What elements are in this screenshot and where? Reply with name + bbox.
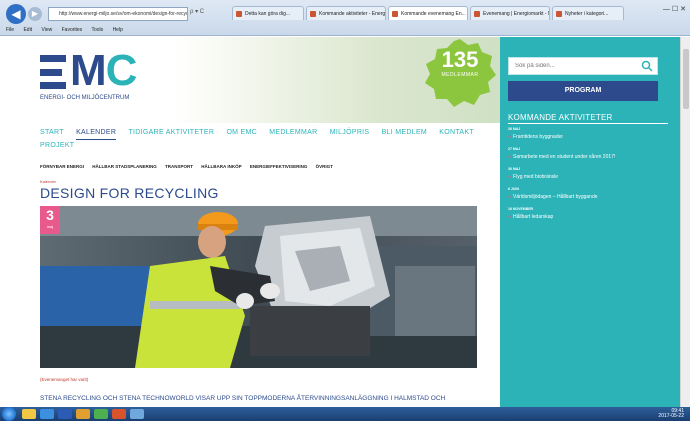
browser-tab[interactable]: Kommande aktiviteter - Energi... [306,6,386,20]
menu-help[interactable]: Help [113,27,123,33]
powerpoint-icon[interactable] [112,409,126,419]
activity-item[interactable]: ● Flyg med biobränsle [508,174,558,180]
category-inkop[interactable]: HÅLLBARA INKÖP [201,164,241,169]
activity-label: Framtidens byggnader [513,134,564,140]
system-tray[interactable]: 09:41 2017-05-22 [658,409,684,419]
menu-file[interactable]: File [6,27,14,33]
bullet-icon: ● [508,174,512,180]
activity-item[interactable]: ● Hållbart ledarskap [508,214,553,220]
browser-tab[interactable]: Evenemang | Energiomarkt - Nyhe... [470,6,550,20]
word-icon[interactable] [58,409,72,419]
program-button[interactable]: PROGRAM [508,81,658,101]
bullet-icon: ● [508,134,512,140]
logo-subtitle: ENERGI- OCH MILJÖCENTRUM [40,95,130,101]
category-transport[interactable]: TRANSPORT [165,164,193,169]
browser-tab-active[interactable]: Kommande evenemang En... [388,6,468,20]
event-status: (Evenemanget har varit) [40,377,89,382]
category-ovrigt[interactable]: ÖVRIGT [316,164,333,169]
menu-favorites[interactable]: Favorites [62,27,83,33]
logo-e-bars [40,55,66,89]
bullet-icon: ● [508,154,512,160]
activity-label: Världsmiljödagen – Hållbart byggande [513,194,598,200]
activities-heading: KOMMANDE AKTIVITETER [508,113,668,124]
page-scrollbar[interactable] [680,37,690,407]
members-label: MEDLEMMAR [441,72,479,78]
nav-kalender[interactable]: KALENDER [76,127,117,140]
activity-date: 30 MAJ [508,167,521,171]
members-count: 135 [441,47,479,72]
address-bar-icons[interactable]: ρ ▾ C [190,8,204,15]
article-photo: 3 maj [40,206,477,368]
page-title: DESIGN FOR RECYCLING [40,185,219,201]
activity-date: 27 MAJ [508,147,521,151]
nav-bli-medlem[interactable]: BLI MEDLEM [382,127,427,139]
nav-medlemmar[interactable]: MEDLEMMAR [269,127,317,139]
nav-tidigare-aktiviteter[interactable]: TIDIGARE AKTIVITETER [128,127,214,139]
sidebar: PROGRAM KOMMANDE AKTIVITETER 26 MAJ ●Fra… [500,37,680,407]
nav-om-emc[interactable]: OM EMC [226,127,257,139]
logo-c: C [105,46,138,95]
browser-chrome: ◀ ▶ http://www.energi-miljo.se/sv/om-eko… [0,0,690,36]
activity-item[interactable]: ● Världsmiljödagen – Hållbart byggande [508,194,598,200]
event-date-month: maj [46,224,54,229]
activity-label: Hållbart ledarskap [513,214,554,220]
activity-date: 6 JUNI [508,187,519,191]
event-date-badge: 3 maj [40,206,60,234]
category-fornybar-energi[interactable]: FÖRNYBAR ENERGI [40,164,84,169]
activity-label: Flyg med biobränsle [513,174,559,180]
scrollbar-thumb[interactable] [683,49,689,109]
activity-item[interactable]: ● Framtidens byggnader [508,134,563,140]
menu-view[interactable]: View [41,27,52,33]
emc-logo[interactable]: MC ENERGI- OCH MILJÖCENTRUM [40,49,160,105]
menu-edit[interactable]: Edit [23,27,32,33]
nav-miljopris[interactable]: MILJÖPRIS [330,127,370,139]
activity-date: 26 MAJ [508,127,521,131]
category-stadsplanering[interactable]: HÅLLBAR STADSPLANERING [92,164,156,169]
folder-icon[interactable] [76,409,90,419]
bullet-icon: ● [508,214,512,220]
browser-tab[interactable]: Detta kan göra dig... [232,6,304,20]
forward-arrow-icon[interactable]: ▶ [28,7,42,21]
menu-bar: File Edit View Favorites Tools Help [0,24,690,36]
windows-taskbar: 09:41 2017-05-22 [0,407,690,421]
nav-projekt[interactable]: PROJEKT [40,140,74,152]
ie-icon[interactable] [40,409,54,419]
explorer-icon[interactable] [22,409,36,419]
logo-letters: MC [70,46,138,95]
recycling-worker-photo [40,206,477,368]
nav-start[interactable]: START [40,127,64,139]
window-controls[interactable]: — ☐ ✕ [663,5,686,13]
menu-tools[interactable]: Tools [91,27,103,33]
category-nav: FÖRNYBAR ENERGI HÅLLBAR STADSPLANERING T… [40,164,500,169]
search-icon[interactable] [641,60,653,72]
web-page: MC ENERGI- OCH MILJÖCENTRUM 135 MEDLEMMA… [0,37,680,407]
members-badge: 135 MEDLEMMAR [424,39,496,107]
activity-label: Samarbete med en student under våren 201… [513,154,616,160]
windows-start-icon[interactable] [2,407,16,421]
event-date-day: 3 [46,207,54,223]
tray-date: 2017-05-22 [658,413,684,419]
address-bar[interactable]: http://www.energi-miljo.se/sv/om-ekonomi… [48,7,188,21]
search-box [508,57,658,75]
article-lead: STENA RECYCLING OCH STENA TECHNOWORLD VI… [40,395,446,402]
search-input[interactable] [509,58,639,74]
bullet-icon: ● [508,194,512,200]
activity-date: 16 NOVEMBER [508,207,534,211]
logo-m: M [70,46,107,95]
activity-item[interactable]: ● Samarbete med en student under våren 20… [508,154,615,160]
main-nav: START KALENDER TIDIGARE AKTIVITETER OM E… [40,127,490,152]
category-energieffektivisering[interactable]: ENERGIEFFEKTIVISERING [250,164,308,169]
back-arrow-icon[interactable]: ◀ [6,4,26,24]
browser-tab[interactable]: Nyheter i kategori... [552,6,624,20]
breadcrumb[interactable]: Kalender [40,179,56,184]
nav-kontakt[interactable]: KONTAKT [439,127,474,139]
excel-icon[interactable] [94,409,108,419]
outlook-icon[interactable] [130,409,144,419]
